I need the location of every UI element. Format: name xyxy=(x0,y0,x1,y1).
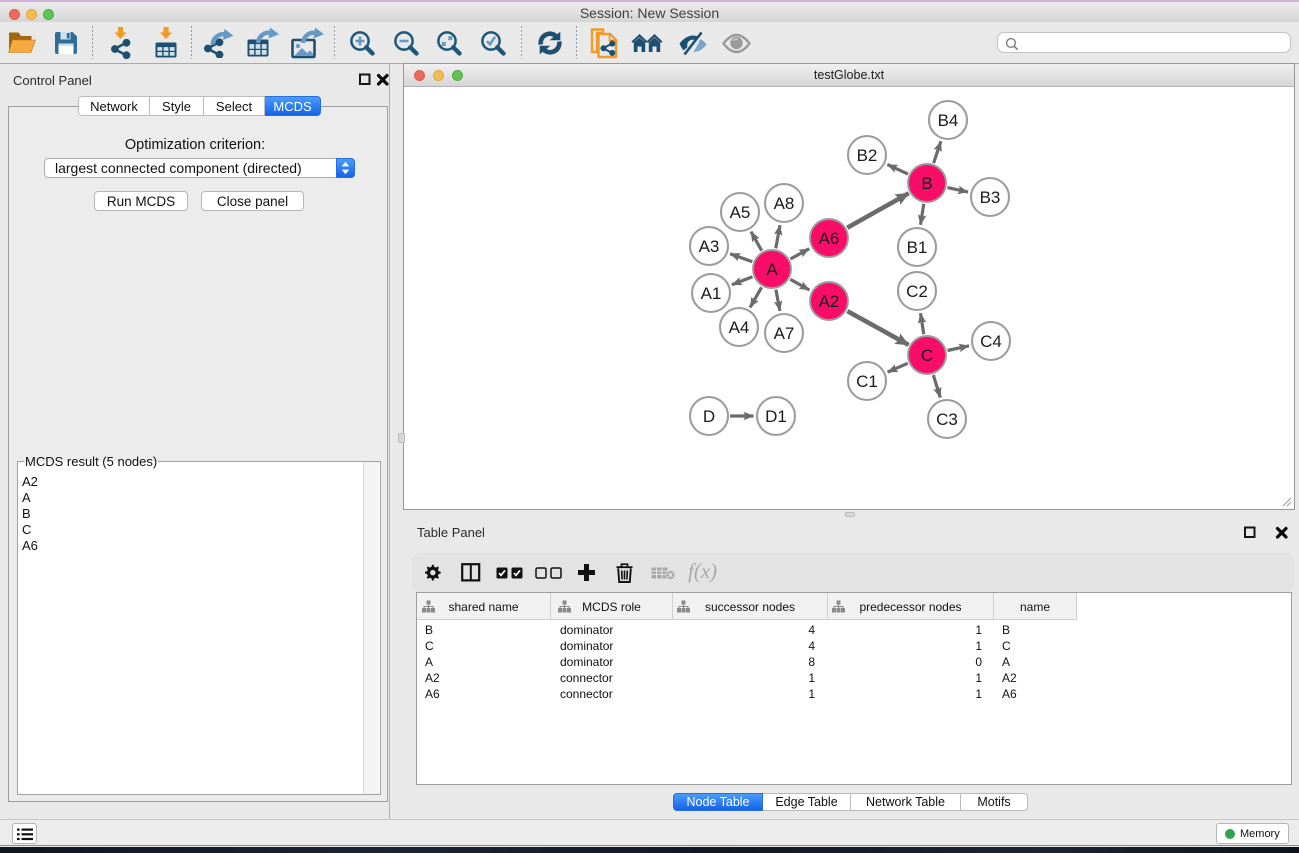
svg-text:A3: A3 xyxy=(699,237,720,256)
svg-text:A5: A5 xyxy=(730,203,751,222)
svg-text:B4: B4 xyxy=(938,111,959,130)
svg-text:C4: C4 xyxy=(980,332,1002,351)
svg-text:C: C xyxy=(921,346,933,365)
svg-text:B: B xyxy=(921,174,932,193)
svg-text:C3: C3 xyxy=(936,410,958,429)
svg-text:B1: B1 xyxy=(907,238,928,257)
svg-text:B3: B3 xyxy=(980,188,1001,207)
svg-text:A1: A1 xyxy=(701,284,722,303)
svg-text:C2: C2 xyxy=(906,282,928,301)
svg-text:A2: A2 xyxy=(819,292,840,311)
svg-text:B2: B2 xyxy=(857,146,878,165)
svg-text:D1: D1 xyxy=(765,407,787,426)
svg-text:C1: C1 xyxy=(856,372,878,391)
svg-text:A: A xyxy=(766,260,778,279)
svg-text:A6: A6 xyxy=(819,229,840,248)
svg-text:A8: A8 xyxy=(774,194,795,213)
svg-text:A4: A4 xyxy=(729,318,750,337)
svg-text:D: D xyxy=(703,407,715,426)
svg-text:A7: A7 xyxy=(774,324,795,343)
